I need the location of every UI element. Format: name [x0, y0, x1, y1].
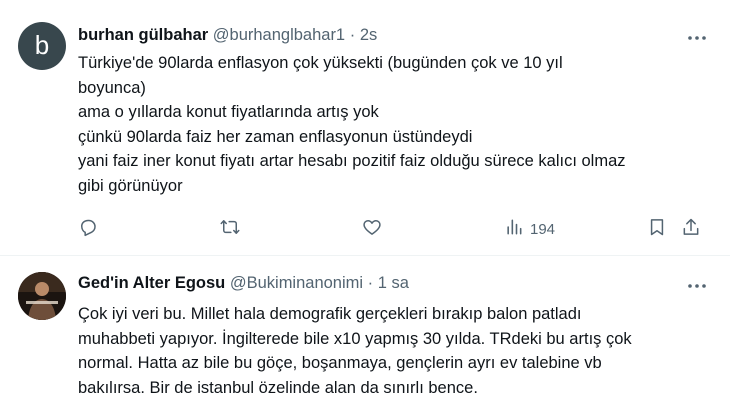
tweet-line: bakılırsa. Bir de istanbul özelinde alan…: [78, 378, 478, 397]
tweet-line: muhabbeti yapıyor. İngilterede bile x10 …: [78, 329, 632, 348]
avatar-letter: b: [34, 30, 50, 60]
action-bar: 194: [78, 218, 710, 242]
share-icon: [681, 217, 701, 242]
tweet-header: Ged'in Alter Egosu @Bukiminanonimi · 1 s…: [78, 274, 690, 293]
avatar[interactable]: b: [18, 22, 66, 70]
avatar-image: [18, 272, 66, 320]
retweet-icon: [220, 217, 240, 242]
tweet-line: Türkiye'de 90larda enflasyon çok yüksekt…: [78, 54, 563, 72]
tweet-1[interactable]: b burhan gülbahar @burhanglbahar1 · 2s T…: [0, 0, 730, 256]
tweet-2[interactable]: Ged'in Alter Egosu @Bukiminanonimi · 1 s…: [0, 256, 730, 420]
like-button[interactable]: [362, 218, 382, 240]
retweet-button[interactable]: [220, 218, 240, 240]
separator-dot: ·: [349, 26, 356, 44]
reply-icon: [78, 217, 98, 242]
share-button[interactable]: [681, 218, 701, 240]
more-icon[interactable]: [686, 30, 708, 46]
separator-dot: ·: [367, 274, 374, 292]
views-button[interactable]: 194: [504, 218, 555, 240]
tweet-line: yani faiz iner konut fiyatı artar hesabı…: [78, 152, 626, 170]
tweet-line: normal. Hatta az bile bu göçe, boşanmaya…: [78, 354, 602, 372]
tweet-line: Çok iyi veri bu. Millet hala demografik …: [78, 305, 582, 323]
bookmark-button[interactable]: [647, 218, 667, 240]
like-icon: [362, 217, 382, 242]
display-name[interactable]: Ged'in Alter Egosu: [78, 274, 225, 292]
views-count: 194: [530, 220, 556, 238]
reply-button[interactable]: [78, 218, 98, 240]
user-handle[interactable]: @Bukiminanonimi: [230, 274, 363, 292]
user-handle[interactable]: @burhanglbahar1: [213, 26, 345, 44]
display-name[interactable]: burhan gülbahar: [78, 26, 208, 44]
tweet-text: Türkiye'de 90larda enflasyon çok yüksekt…: [78, 51, 710, 198]
timestamp[interactable]: 2s: [360, 26, 377, 44]
avatar[interactable]: [18, 272, 66, 320]
tweet-line: ama o yıllarda konut fiyatlarında artış …: [78, 103, 379, 121]
timestamp[interactable]: 1 sa: [378, 274, 409, 292]
tweet-line: boyunca): [78, 78, 146, 97]
tweet-text: Çok iyi veri bu. Millet hala demografik …: [78, 302, 710, 400]
bookmark-icon: [647, 217, 667, 242]
tweet-line: çünkü 90larda faiz her zaman enflasyonun…: [78, 127, 473, 146]
views-icon: [504, 217, 524, 242]
tweet-line: gibi görünüyor: [78, 176, 183, 195]
tweet-header: burhan gülbahar @burhanglbahar1 · 2s: [78, 26, 690, 45]
more-icon[interactable]: [686, 278, 708, 294]
